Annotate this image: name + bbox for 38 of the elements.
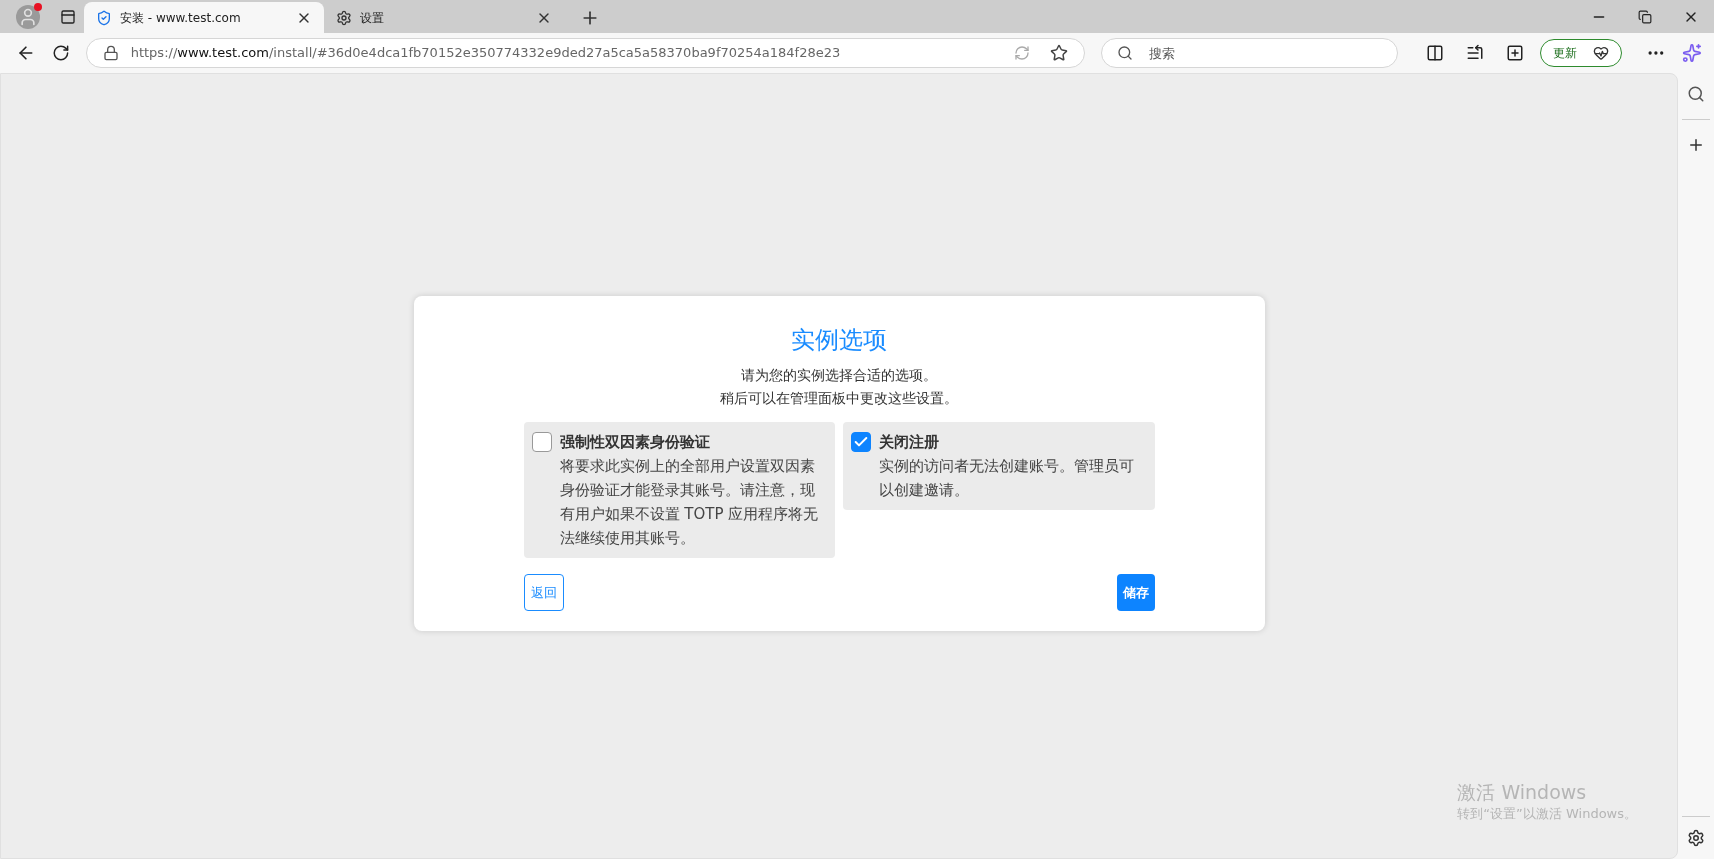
tab-title: 设置 bbox=[360, 9, 385, 27]
gear-icon bbox=[336, 9, 352, 26]
option-title: 强制性双因素身份验证 bbox=[559, 432, 711, 453]
search-icon[interactable] bbox=[1687, 85, 1705, 103]
browser-tab[interactable]: 安装 - www.test.com bbox=[84, 2, 324, 33]
dialog-subtitle: 稍后可以在管理面板中更改这些设置。 bbox=[720, 389, 958, 408]
save-button[interactable]: 储存 bbox=[1116, 574, 1155, 611]
tab-actions-icon[interactable] bbox=[60, 8, 76, 25]
heart-pulse-icon bbox=[1593, 45, 1610, 61]
option-title: 关闭注册 bbox=[879, 432, 940, 453]
dialog-subtitle: 请为您的实例选择合适的选项。 bbox=[741, 366, 937, 385]
checkbox[interactable] bbox=[851, 432, 871, 452]
activation-title: 激活 Windows bbox=[1457, 780, 1588, 804]
checkbox[interactable] bbox=[531, 432, 552, 452]
split-screen-icon[interactable] bbox=[1426, 44, 1445, 62]
lock-icon bbox=[102, 45, 119, 61]
profile-avatar[interactable] bbox=[16, 4, 40, 29]
star-icon[interactable] bbox=[1050, 44, 1069, 62]
option-card[interactable]: 关闭注册 实例的访问者无法创建账号。管理员可以创建邀请。 bbox=[843, 422, 1155, 510]
back-button[interactable]: 返回 bbox=[523, 574, 564, 611]
address-bar[interactable]: https://www.test.com/install/#36d0e4dca1fb70152e350774332e9ded27a5ca5a58370ba9f70254a184f28e23 bbox=[85, 38, 1086, 68]
favorites-icon[interactable] bbox=[1466, 44, 1485, 62]
dialog-title: 实例选项 bbox=[790, 325, 888, 356]
add-icon[interactable] bbox=[1687, 136, 1705, 154]
update-button[interactable]: 更新 bbox=[1540, 39, 1623, 67]
option-description: 将要求此实例上的全部用户设置双因素身份验证才能登录其账号。请注意，现有用户如果不设置 TOTP 应用程序将无法继续使用其账号。 bbox=[559, 456, 820, 549]
reload-icon[interactable] bbox=[51, 44, 70, 62]
settings-icon[interactable] bbox=[1687, 829, 1705, 847]
url-text: https://www.test.com/install/#36d0e4dca1fb70152e350774332e9ded27a5ca5a58370ba9f70254a184f28e23 bbox=[130, 44, 842, 63]
restore-icon[interactable] bbox=[1638, 9, 1652, 24]
search-icon bbox=[1117, 45, 1134, 61]
shield-icon bbox=[96, 9, 112, 26]
collections-icon[interactable] bbox=[1506, 44, 1525, 62]
search-field[interactable]: 搜索 bbox=[1101, 38, 1399, 68]
option-description: 实例的访问者无法创建账号。管理员可以创建邀请。 bbox=[879, 456, 1135, 501]
option-card[interactable]: 强制性双因素身份验证 将要求此实例上的全部用户设置双因素身份验证才能登录其账号。请注意，现有用户如果不设置 TOTP 应用程序将无法继续使用其账号。 bbox=[523, 422, 835, 558]
tab-title: 安装 - www.test.com bbox=[120, 9, 242, 27]
browser-tab[interactable]: 设置 bbox=[324, 2, 564, 33]
